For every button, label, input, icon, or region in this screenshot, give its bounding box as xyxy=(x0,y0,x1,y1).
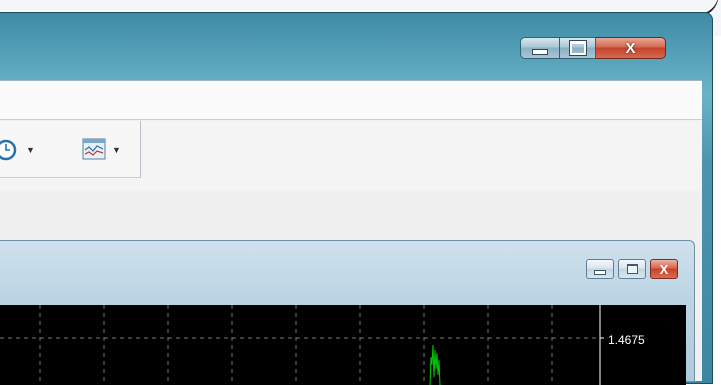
main-window-caption-buttons: X xyxy=(520,37,700,63)
clock-dropdown-arrow-icon[interactable]: ▼ xyxy=(26,145,35,155)
price-line xyxy=(429,344,441,385)
toolbar: ▼ ▼ xyxy=(0,121,702,191)
chart-window: X 1.4675 xyxy=(0,240,695,385)
minimize-icon xyxy=(594,269,606,275)
main-close-button[interactable]: X xyxy=(596,37,666,59)
maximize-icon xyxy=(568,40,587,56)
main-maximize-button[interactable] xyxy=(560,37,596,59)
chart-close-button[interactable]: X xyxy=(650,259,678,279)
toolbar-panel: ▼ ▼ xyxy=(0,121,141,178)
menu-bar xyxy=(0,81,702,120)
main-window-titlebar[interactable]: X xyxy=(0,13,712,87)
chart-maximize-button[interactable] xyxy=(618,259,646,279)
price-chart[interactable]: 1.4675 xyxy=(0,305,686,385)
chart-minimize-button[interactable] xyxy=(586,259,614,279)
indicators-dropdown-arrow-icon[interactable]: ▼ xyxy=(112,145,121,155)
minimize-icon xyxy=(532,49,548,55)
price-axis-label: 1.4675 xyxy=(608,333,645,347)
chart-window-caption-buttons: X xyxy=(586,259,678,279)
clock-icon[interactable] xyxy=(0,139,22,161)
close-icon: X xyxy=(659,261,669,277)
maximize-icon xyxy=(626,264,638,274)
chart-grid xyxy=(0,305,604,385)
close-icon: X xyxy=(625,39,636,57)
main-minimize-button[interactable] xyxy=(520,37,560,59)
indicators-icon[interactable] xyxy=(82,138,106,160)
